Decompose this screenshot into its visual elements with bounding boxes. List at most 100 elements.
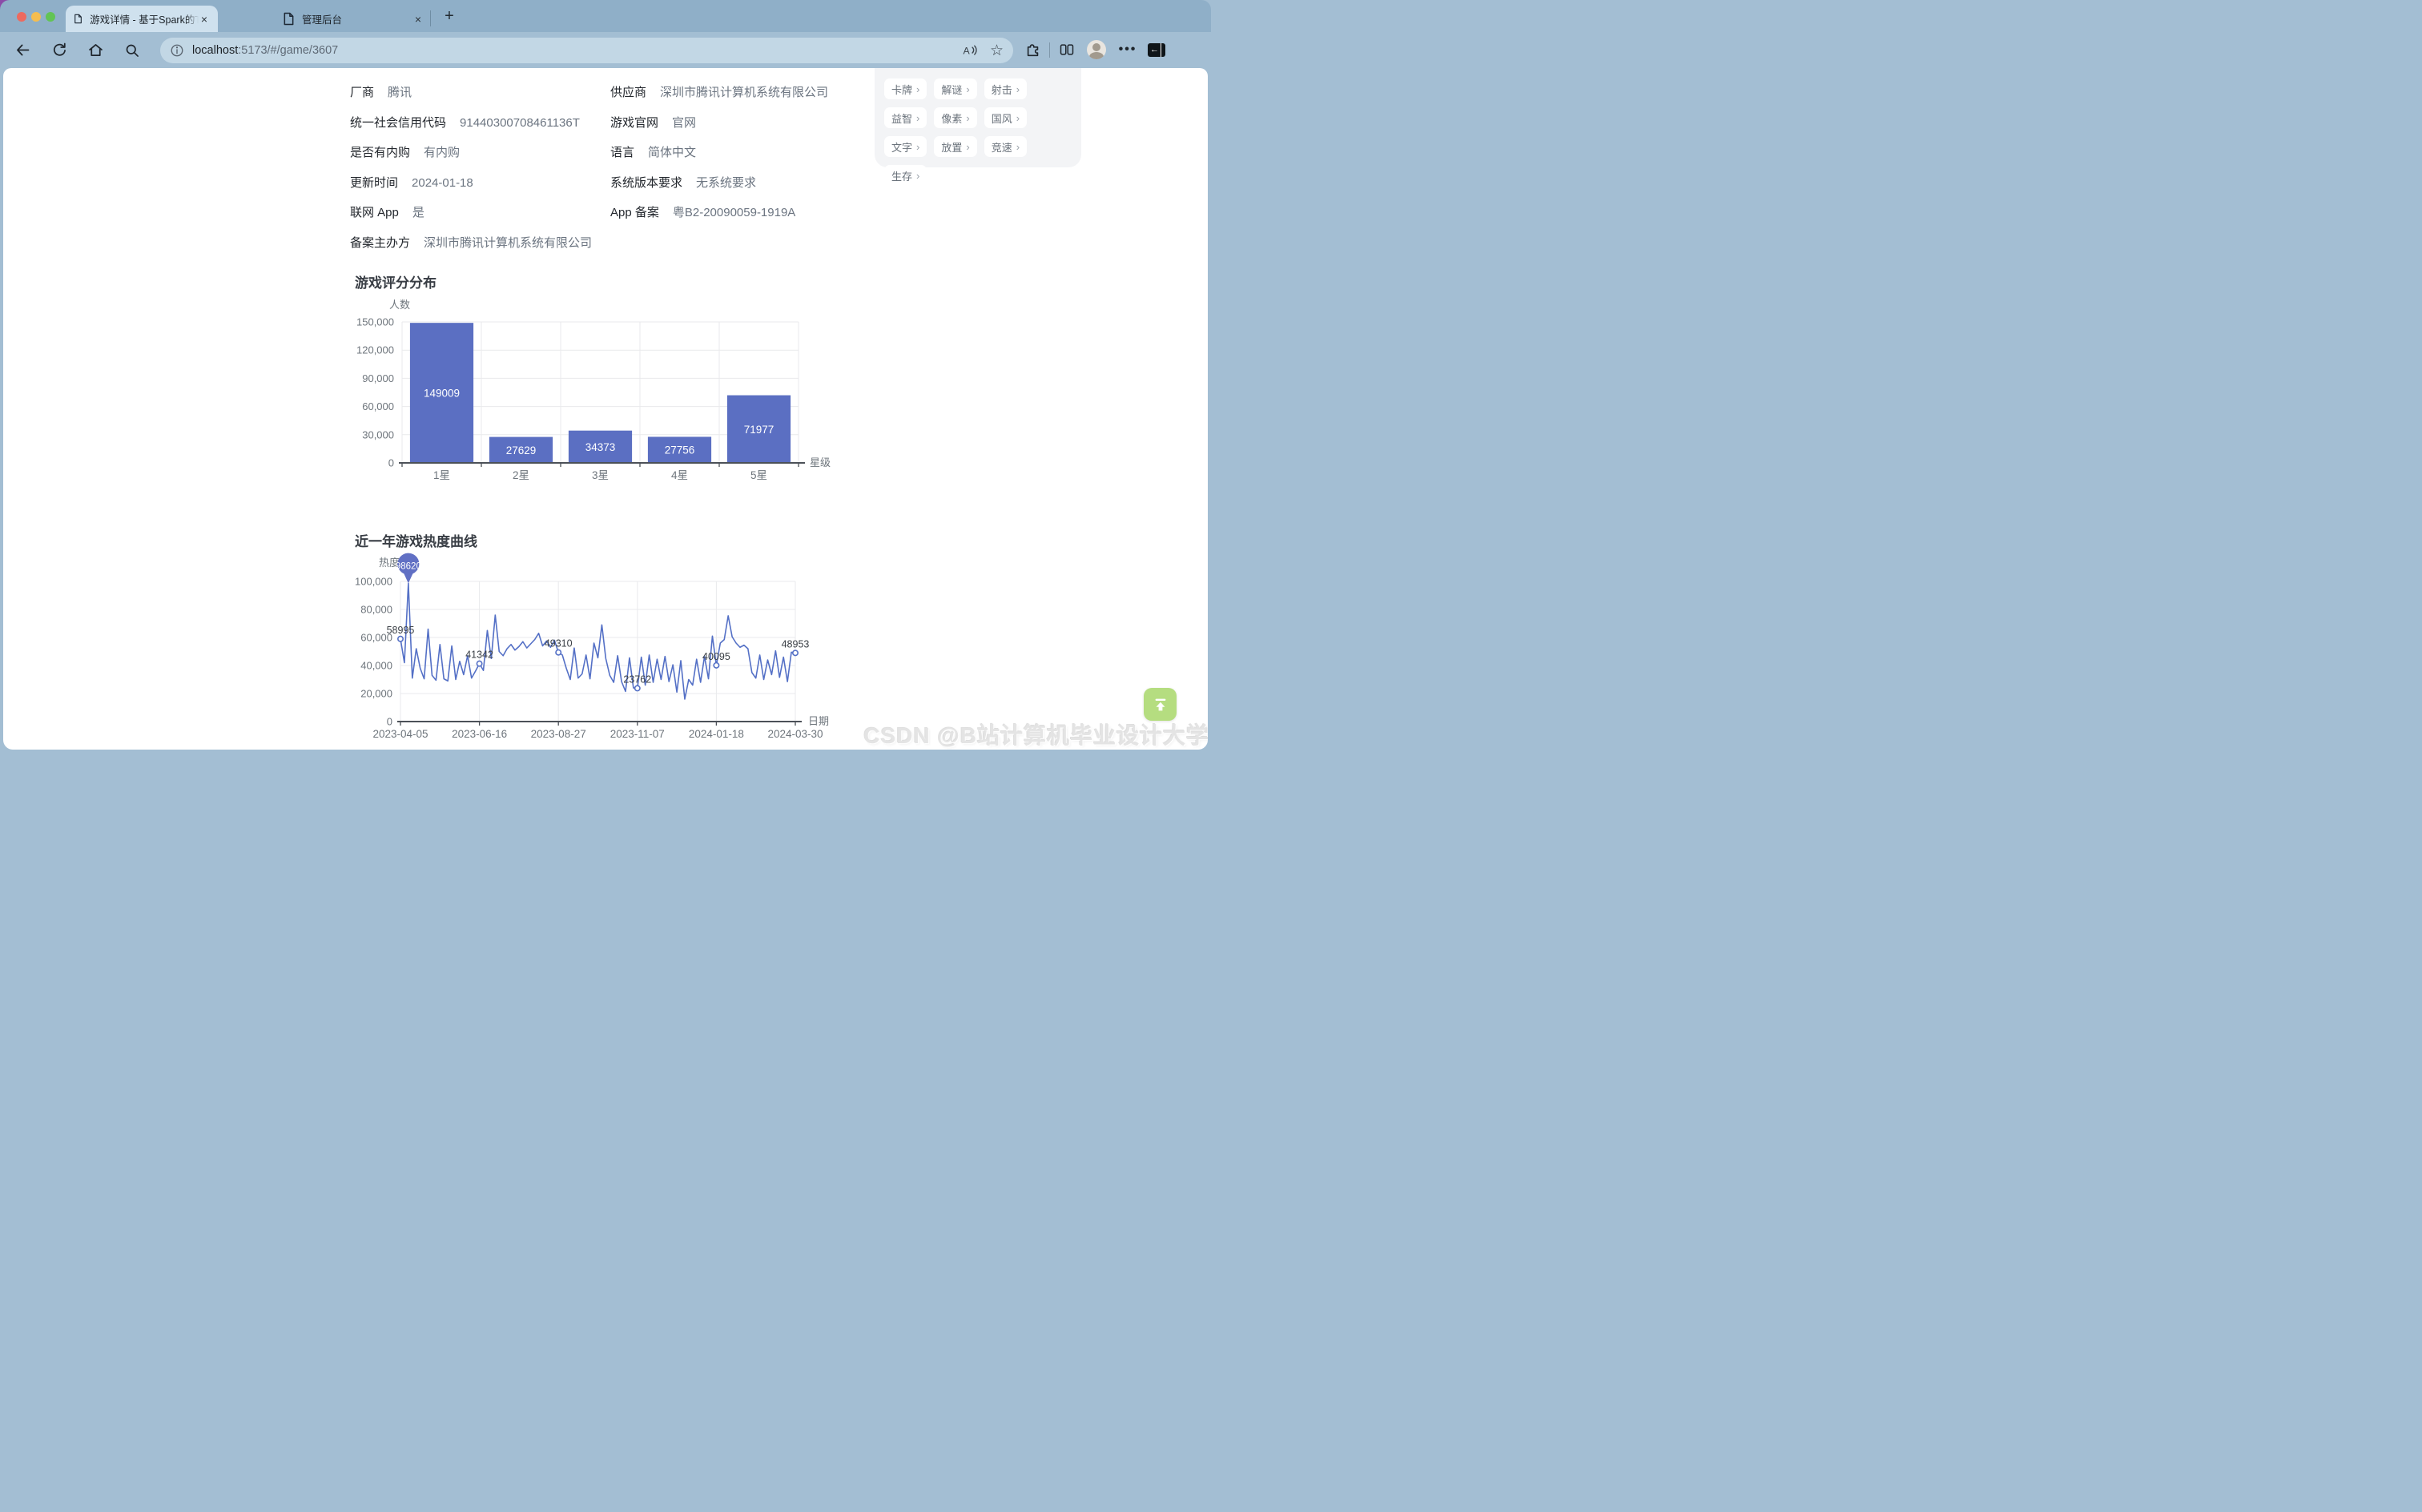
info-row-left-1: 统一社会信用代码91440300708461136T: [350, 114, 580, 131]
toolbar-divider: [1049, 42, 1050, 58]
browser-tab-2[interactable]: 管理后台×: [276, 6, 430, 32]
info-label: App 备案: [610, 203, 659, 220]
marked-point-49310: [556, 650, 561, 655]
chevron-right-icon: ›: [916, 141, 919, 153]
tag-文字[interactable]: 文字 ›: [884, 136, 927, 157]
page-content: 厂商腾讯统一社会信用代码91440300708461136T 是否有内购有内购更新…: [3, 68, 1208, 750]
tag-卡牌[interactable]: 卡牌 ›: [884, 78, 927, 99]
search-button[interactable]: [123, 41, 141, 59]
close-window-button[interactable]: [17, 12, 26, 22]
info-value: 无系统要求: [696, 174, 756, 191]
svg-text:0: 0: [387, 716, 392, 728]
chevron-right-icon: ›: [966, 141, 969, 153]
back-button[interactable]: [14, 41, 32, 59]
tag-射击[interactable]: 射击›: [984, 78, 1027, 99]
svg-text:23762: 23762: [623, 674, 651, 685]
svg-text:2023-04-05: 2023-04-05: [372, 728, 428, 740]
info-row-right-4: App 备案粤B2-20090059-1919A: [610, 203, 795, 220]
tab-divider: [430, 10, 431, 26]
svg-text:A: A: [964, 46, 971, 57]
info-label: 是否有内购: [350, 143, 410, 160]
info-label: 游戏官网: [610, 114, 658, 131]
info-label: 系统版本要求: [610, 174, 682, 191]
svg-text:40,000: 40,000: [360, 660, 392, 672]
info-label: 统一社会信用代码: [350, 114, 446, 131]
tab-title-fade: [186, 11, 199, 26]
read-aloud-icon: A: [962, 43, 978, 58]
info-row-right-1: 游戏官网官网: [610, 114, 696, 131]
svg-text:20,000: 20,000: [360, 688, 392, 700]
tag-竞速[interactable]: 竞速›: [984, 136, 1027, 157]
tag-label: 文字: [891, 139, 912, 155]
favorite-button[interactable]: ☆: [990, 38, 1004, 63]
info-label: 联网 App: [350, 203, 399, 220]
profile-button[interactable]: [1087, 40, 1106, 59]
info-label: 供应商: [610, 83, 646, 100]
arrow-up-to-line-icon: [1152, 696, 1169, 714]
tag-放置[interactable]: 放置›: [934, 136, 976, 157]
address-bar[interactable]: localhost:5173/#/game/3607 A ☆: [160, 38, 1013, 63]
marked-point-41342: [477, 661, 481, 666]
svg-text:1星: 1星: [433, 469, 450, 481]
tag-label: 卡牌: [891, 82, 912, 97]
url-text: localhost:5173/#/game/3607: [192, 44, 338, 57]
url-path: :5173/#/game/3607: [238, 44, 338, 57]
page-icon: [74, 12, 82, 26]
tag-解谜[interactable]: 解谜›: [934, 78, 976, 99]
svg-text:5星: 5星: [750, 469, 767, 481]
svg-text:2023-08-27: 2023-08-27: [531, 728, 586, 740]
read-aloud-button[interactable]: A: [962, 38, 978, 63]
svg-text:0: 0: [388, 457, 394, 469]
info-row-left-5: 备案主办方深圳市腾讯计算机系统有限公司: [350, 234, 592, 251]
tag-益智[interactable]: 益智›: [884, 107, 927, 128]
more-menu-button[interactable]: •••: [1118, 40, 1137, 59]
ellipsis-icon: •••: [1119, 42, 1137, 57]
info-label: 备案主办方: [350, 234, 410, 251]
info-row-right-0: 供应商深圳市腾讯计算机系统有限公司: [610, 83, 828, 100]
extensions-button[interactable]: [1024, 40, 1043, 59]
info-row-left-4: 联网 App是: [350, 203, 424, 220]
svg-text:2024-03-30: 2024-03-30: [767, 728, 823, 740]
info-value: 深圳市腾讯计算机系统有限公司: [660, 83, 828, 100]
heat-line-series: [400, 583, 795, 699]
browser-tab-1[interactable]: 游戏详情 - 基于Spark的TapTap游×: [66, 6, 218, 32]
home-button[interactable]: [86, 41, 105, 59]
zoom-window-button[interactable]: [46, 12, 55, 22]
info-row-right-3: 系统版本要求无系统要求: [610, 174, 756, 191]
search-icon: [124, 42, 140, 58]
back-to-top-button[interactable]: [1144, 688, 1177, 721]
split-screen-button[interactable]: [1057, 40, 1076, 59]
chevron-right-icon: ›: [916, 112, 919, 124]
tag-生存[interactable]: 生存›: [884, 165, 927, 186]
svg-text:71977: 71977: [744, 424, 774, 436]
svg-text:日期: 日期: [808, 715, 829, 727]
svg-text:34373: 34373: [585, 441, 616, 453]
tag-label: 像素: [941, 111, 962, 126]
chevron-right-icon: ›: [916, 83, 919, 95]
info-row-left-3: 更新时间2024-01-18: [350, 174, 473, 191]
extensions-puzzle-icon: [1025, 42, 1041, 58]
info-row-left-0: 厂商腾讯: [350, 83, 412, 100]
svg-text:58995: 58995: [387, 625, 415, 636]
tab-close-icon[interactable]: ×: [199, 13, 210, 26]
chevron-right-icon: ›: [916, 170, 919, 182]
svg-text:3星: 3星: [592, 469, 609, 481]
reload-button[interactable]: [50, 41, 69, 59]
url-host: localhost: [192, 44, 238, 57]
tag-label: 射击: [992, 82, 1012, 97]
svg-text:30,000: 30,000: [362, 428, 394, 440]
tag-label: 竞速: [992, 139, 1012, 155]
svg-text:49310: 49310: [545, 638, 573, 649]
heat-line-chart: 2023-04-052023-06-162023-08-272023-11-07…: [350, 551, 839, 750]
new-tab-button[interactable]: +: [439, 5, 460, 27]
rating-chart-title: 游戏评分分布: [355, 271, 437, 292]
sidebar-toggle-button[interactable]: ←: [1147, 40, 1166, 59]
info-label: 语言: [610, 143, 634, 160]
tab-close-icon[interactable]: ×: [412, 13, 424, 26]
tag-像素[interactable]: 像素›: [934, 107, 976, 128]
minimize-window-button[interactable]: [31, 12, 41, 22]
tab-strip: 游戏详情 - 基于Spark的TapTap游× 管理后台× +: [0, 0, 1211, 32]
info-row-left-2: 是否有内购有内购: [350, 143, 460, 160]
svg-text:2024-01-18: 2024-01-18: [689, 728, 744, 740]
tag-国风[interactable]: 国风›: [984, 107, 1027, 128]
